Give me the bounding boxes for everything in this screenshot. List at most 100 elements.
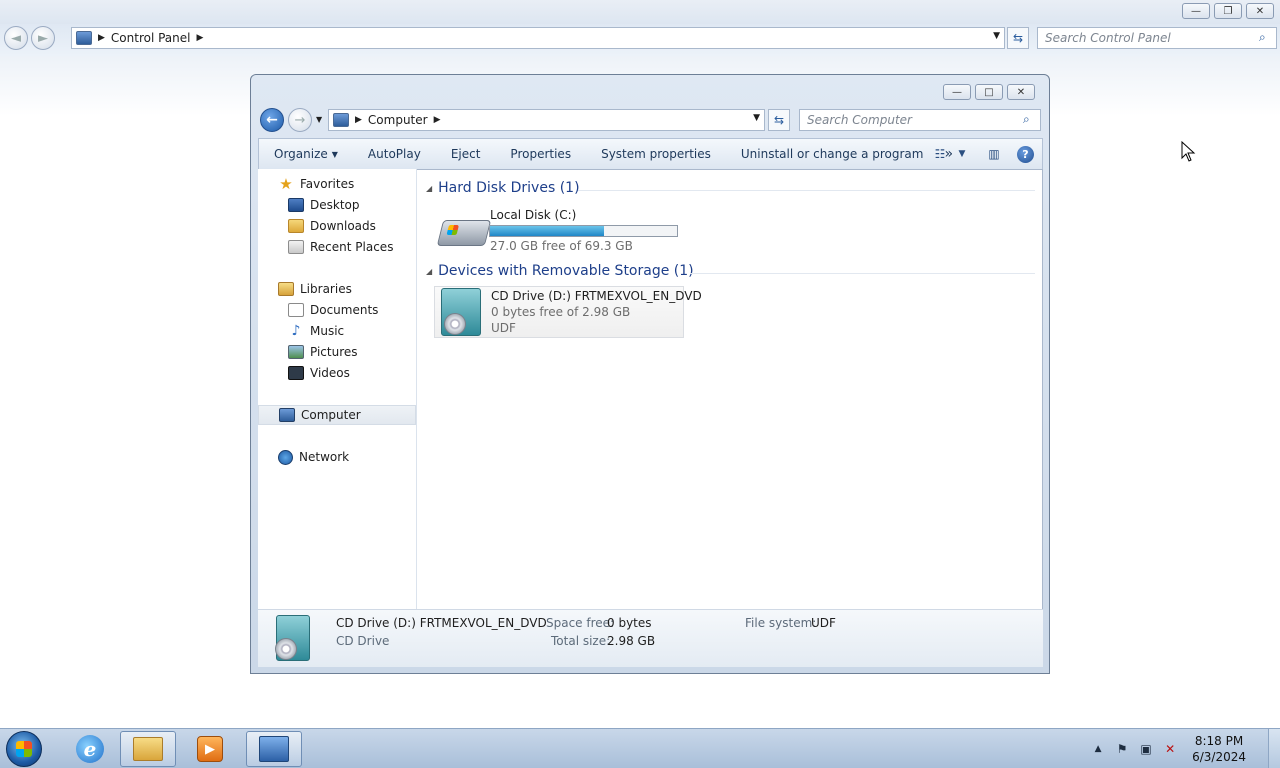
search-placeholder: Search Computer (807, 113, 912, 127)
preview-pane-icon[interactable]: ▥ (985, 145, 1003, 163)
nav-libraries[interactable]: Libraries (258, 279, 416, 299)
forward-button[interactable]: ► (31, 26, 55, 50)
nav-label: Pictures (310, 345, 358, 359)
search-icon[interactable]: ⌕ (1023, 113, 1035, 125)
videos-icon (288, 366, 304, 380)
computer-window: — □ ✕ ← → ▼ ▶ Computer ▶ ▼ ⇆ Search Comp… (250, 74, 1050, 674)
nav-recent-places[interactable]: Recent Places (258, 237, 416, 257)
properties-button[interactable]: Properties (495, 139, 586, 169)
uninstall-program-button[interactable]: Uninstall or change a program (726, 139, 939, 169)
nav-computer[interactable]: Computer (258, 405, 416, 425)
start-button[interactable] (6, 731, 42, 767)
group-header-hard-disk[interactable]: ◢ Hard Disk Drives (1) (426, 180, 580, 196)
window-forward-button[interactable]: → (288, 108, 312, 132)
nav-label: Documents (310, 303, 379, 317)
taskbar-media-player[interactable]: ▶ (182, 731, 238, 767)
network-status-icon[interactable]: ▣ (1137, 740, 1155, 758)
details-space-free-label: Space free: (546, 616, 615, 630)
chevron-down-icon[interactable]: ▼ (753, 113, 760, 123)
nav-documents[interactable]: Documents (258, 300, 416, 320)
downloads-folder-icon (288, 219, 304, 233)
show-hidden-icons-icon[interactable]: ▲ (1089, 740, 1107, 758)
change-view-icon[interactable]: ☷ (931, 145, 949, 163)
minimize-button[interactable]: — (1182, 3, 1210, 19)
pictures-icon (288, 345, 304, 359)
group-divider (578, 190, 1035, 191)
nav-label: Recent Places (310, 240, 394, 254)
autoplay-button[interactable]: AutoPlay (353, 139, 436, 169)
nav-desktop[interactable]: Desktop (258, 195, 416, 215)
window-minimize-button[interactable]: — (943, 84, 971, 100)
chevron-down-icon[interactable]: ▼ (993, 31, 1000, 41)
hard-disk-icon (436, 220, 492, 246)
drive-name: CD Drive (D:) FRTMEXVOL_EN_DVD (491, 289, 702, 303)
forward-arrow-icon: ► (38, 30, 48, 46)
nav-music[interactable]: ♪ Music (258, 321, 416, 341)
taskbar-windows-explorer[interactable] (120, 731, 176, 767)
nav-label: Music (310, 324, 345, 338)
breadcrumb-computer[interactable]: Computer (368, 113, 428, 127)
details-file-system-label: File system: (745, 616, 817, 630)
drive-name: Local Disk (C:) (490, 208, 577, 222)
taskbar: e ▶ ▲ ⚑ ▣ ✕ 8:18 PM 6/3/2024 (0, 728, 1280, 768)
details-pane: CD Drive (D:) FRTMEXVOL_EN_DVD CD Drive … (258, 609, 1043, 667)
recent-pages-chevron-icon[interactable]: ▼ (316, 115, 322, 124)
details-total-size-value: 2.98 GB (607, 634, 656, 648)
close-button[interactable]: ✕ (1246, 3, 1274, 19)
collapse-triangle-icon[interactable]: ◢ (426, 267, 432, 276)
group-header-label: Devices with Removable Storage (1) (438, 263, 694, 279)
system-properties-button[interactable]: System properties (586, 139, 726, 169)
action-center-flag-icon[interactable]: ⚑ (1113, 740, 1131, 758)
refresh-icon: ⇆ (773, 113, 785, 127)
help-icon[interactable]: ? (1017, 145, 1034, 163)
back-arrow-icon: ◄ (11, 30, 21, 46)
group-header-label: Hard Disk Drives (1) (438, 180, 580, 196)
drive-filesystem: UDF (491, 321, 516, 335)
search-icon[interactable]: ⌕ (1259, 31, 1271, 43)
windows-logo-icon (16, 741, 32, 757)
window-refresh-button[interactable]: ⇆ (768, 109, 790, 131)
group-header-removable[interactable]: ◢ Devices with Removable Storage (1) (426, 263, 694, 279)
window-maximize-button[interactable]: □ (975, 84, 1003, 100)
back-button[interactable]: ◄ (4, 26, 28, 50)
music-note-icon: ♪ (291, 323, 301, 339)
nav-downloads[interactable]: Downloads (258, 216, 416, 236)
show-desktop-button[interactable] (1268, 729, 1280, 768)
nav-favorites[interactable]: ★ Favorites (258, 174, 416, 194)
clock-time: 8:18 PM (1194, 734, 1244, 748)
restore-button[interactable]: ❐ (1214, 3, 1242, 19)
nav-network[interactable]: Network (258, 447, 416, 467)
nav-label: Libraries (300, 282, 352, 296)
refresh-button[interactable]: ⇆ (1007, 27, 1029, 49)
view-controls: ☷ ▼ ▥ ? (931, 145, 1034, 163)
view-chevron-down-icon[interactable]: ▼ (953, 145, 971, 163)
nav-label: Computer (301, 408, 361, 422)
group-divider (690, 273, 1035, 274)
organize-label: Organize (274, 147, 328, 161)
computer-icon (333, 113, 349, 127)
volume-muted-icon[interactable]: ✕ (1161, 740, 1179, 758)
disk-usage-fill (490, 226, 605, 236)
organize-button[interactable]: Organize ▼ (259, 139, 353, 169)
drive-item-cd-drive[interactable]: CD Drive (D:) FRTMEXVOL_EN_DVD 0 bytes f… (434, 286, 702, 338)
window-search-input[interactable]: Search Computer ⌕ (799, 109, 1041, 131)
eject-button[interactable]: Eject (436, 139, 496, 169)
cd-drive-icon (275, 615, 310, 661)
nav-videos[interactable]: Videos (258, 363, 416, 383)
taskbar-internet-explorer[interactable]: e (62, 731, 118, 767)
nav-pictures[interactable]: Pictures (258, 342, 416, 362)
window-address-bar[interactable]: ▶ Computer ▶ ▼ (328, 109, 765, 131)
window-back-button[interactable]: ← (260, 108, 284, 132)
taskbar-control-panel[interactable] (246, 731, 302, 767)
address-bar[interactable]: ▶ Control Panel ▶ ▼ (71, 27, 1005, 49)
clock[interactable]: 8:18 PM 6/3/2024 (1192, 733, 1246, 765)
breadcrumb-control-panel[interactable]: Control Panel (111, 31, 191, 45)
clock-date: 6/3/2024 (1192, 750, 1246, 764)
recent-places-icon (288, 240, 304, 254)
details-space-free-value: 0 bytes (607, 616, 652, 630)
control-panel-icon (76, 31, 92, 45)
search-input[interactable]: Search Control Panel ⌕ (1037, 27, 1277, 49)
collapse-triangle-icon[interactable]: ◢ (426, 184, 432, 193)
window-close-button[interactable]: ✕ (1007, 84, 1035, 100)
drive-item-local-disk[interactable]: Local Disk (C:) 27.0 GB free of 69.3 GB (418, 203, 718, 253)
